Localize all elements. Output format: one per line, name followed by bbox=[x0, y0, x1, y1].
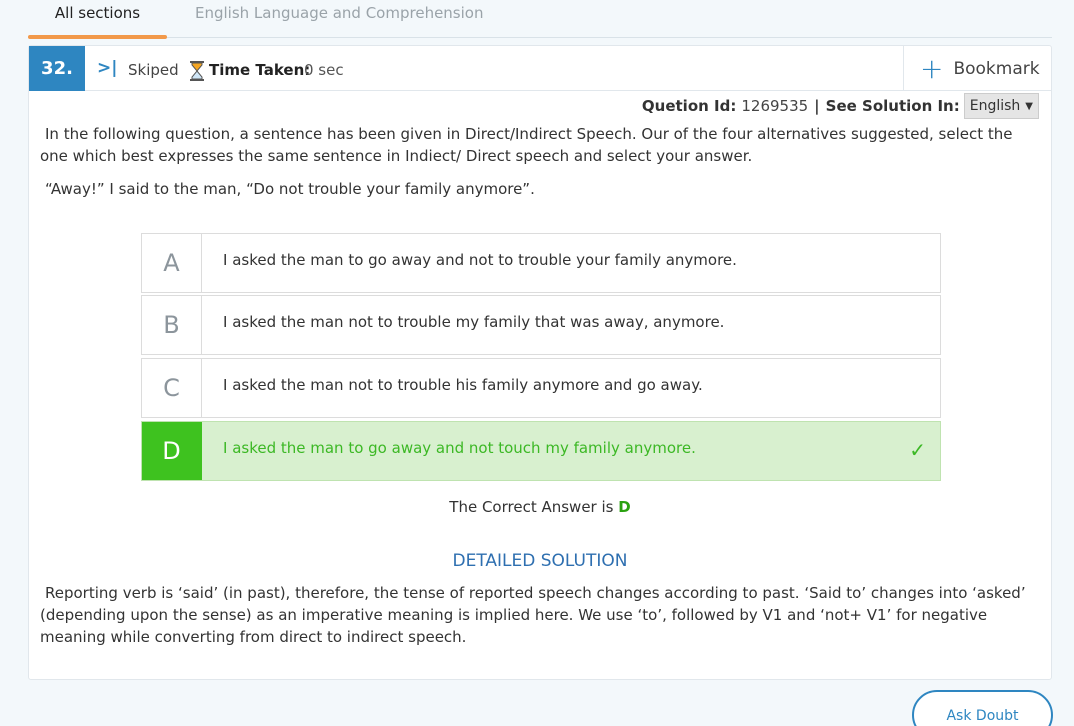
correct-answer-value: D bbox=[618, 498, 631, 516]
option-b[interactable]: B I asked the man not to trouble my fami… bbox=[141, 295, 941, 355]
bookmark-button[interactable]: + Bookmark bbox=[903, 46, 1051, 91]
tab-all-sections[interactable]: All sections bbox=[28, 4, 167, 39]
hourglass-icon bbox=[190, 61, 204, 81]
option-text: I asked the man not to trouble his famil… bbox=[223, 376, 703, 394]
time-taken-label: Time Taken: bbox=[209, 61, 311, 79]
option-text: I asked the man to go away and not to tr… bbox=[223, 251, 737, 269]
question-id-label: Quetion Id: bbox=[641, 97, 737, 115]
question-meta: Quetion Id: 1269535 | See Solution In: E… bbox=[641, 93, 1039, 119]
option-letter: A bbox=[142, 234, 202, 292]
caret-down-icon: ▼ bbox=[1025, 100, 1033, 112]
question-card: 32. >| Skiped Time Taken: 0 sec + Bookma… bbox=[28, 45, 1052, 680]
option-letter: D bbox=[142, 422, 202, 480]
check-icon: ✓ bbox=[909, 438, 926, 462]
skip-forward-icon: >| bbox=[97, 58, 118, 78]
solution-paragraph: Reporting verb is ‘said’ (in past), ther… bbox=[40, 584, 1026, 646]
option-d[interactable]: D I asked the man to go away and not tou… bbox=[141, 421, 941, 481]
solution-language-label: See Solution In: bbox=[825, 97, 960, 115]
status-label: Skiped bbox=[128, 61, 179, 79]
solution-language-select[interactable]: English ▼ bbox=[963, 93, 1039, 119]
time-taken-value: 0 sec bbox=[304, 61, 344, 79]
option-text: I asked the man not to trouble my family… bbox=[223, 313, 725, 331]
question-id-value: 1269535 bbox=[741, 97, 809, 115]
solution-title: DETAILED SOLUTION bbox=[452, 551, 628, 571]
question-number: 32. bbox=[29, 46, 85, 91]
option-letter: B bbox=[142, 296, 202, 354]
option-c[interactable]: C I asked the man not to trouble his fam… bbox=[141, 358, 941, 418]
section-tabs: All sections English Language and Compre… bbox=[28, 0, 1052, 39]
question-header: 32. >| Skiped Time Taken: 0 sec + Bookma… bbox=[29, 46, 1051, 91]
correct-answer-label: The Correct Answer is bbox=[449, 498, 614, 516]
question-instruction: In the following question, a sentence ha… bbox=[40, 125, 1013, 165]
option-a[interactable]: A I asked the man to go away and not to … bbox=[141, 233, 941, 293]
plus-icon: + bbox=[920, 51, 944, 85]
option-text: I asked the man to go away and not touch… bbox=[223, 439, 696, 457]
active-tab-indicator bbox=[28, 35, 167, 39]
ask-doubt-button[interactable]: Ask Doubt bbox=[912, 690, 1053, 726]
solution-language-value: English bbox=[969, 98, 1021, 114]
question-body: In the following question, a sentence ha… bbox=[40, 123, 1040, 200]
tab-english-language[interactable]: English Language and Comprehension bbox=[195, 4, 483, 38]
tab-all-sections-label: All sections bbox=[54, 4, 141, 22]
option-letter: C bbox=[142, 359, 202, 417]
tab-english-language-label: English Language and Comprehension bbox=[195, 4, 484, 22]
question-sentence: “Away!” I said to the man, “Do not troub… bbox=[45, 180, 535, 198]
solution-text: Reporting verb is ‘said’ (in past), ther… bbox=[40, 582, 1040, 648]
meta-separator: | bbox=[814, 97, 820, 115]
bookmark-label: Bookmark bbox=[953, 58, 1040, 79]
correct-answer: The Correct Answer is D bbox=[29, 498, 1051, 516]
